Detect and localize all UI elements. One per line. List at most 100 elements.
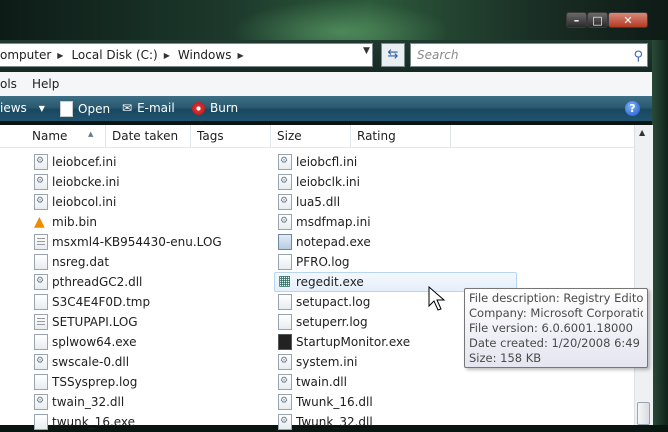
list-item[interactable]: twain.dll — [278, 372, 347, 392]
address-bar[interactable]: omputer ▶ Local Disk (C:) ▶ Windows ▶ — [0, 43, 373, 67]
list-item[interactable]: Twunk_32.dll — [278, 412, 373, 432]
list-item[interactable]: notepad.exe — [278, 232, 371, 252]
generic-file-icon — [34, 414, 48, 430]
search-icon[interactable]: ⚲ — [633, 46, 643, 68]
help-icon[interactable]: ? — [625, 101, 640, 116]
file-name: mib.bin — [52, 215, 98, 229]
tooltip-date-created: Date created: 1/20/2008 6:49 PM — [469, 336, 643, 350]
file-name: splwow64.exe — [52, 335, 137, 349]
list-item[interactable]: mib.bin — [34, 212, 97, 232]
ini-file-icon — [34, 194, 48, 210]
breadcrumb-windows[interactable]: Windows — [178, 48, 232, 62]
list-item[interactable]: TSSysprep.log — [34, 372, 137, 392]
ini-file-icon — [34, 174, 48, 190]
breadcrumb-local-disk[interactable]: Local Disk (C:) — [71, 48, 157, 62]
list-item[interactable]: setuperr.log — [278, 312, 368, 332]
generic-file-icon — [34, 374, 48, 390]
column-header-name[interactable]: Name ▲ — [26, 125, 106, 147]
column-header-size[interactable]: Size — [271, 125, 351, 147]
list-item[interactable]: SETUPAPI.LOG — [34, 312, 138, 332]
column-header-row: Name ▲ Date taken Tags Size Rating — [0, 125, 634, 148]
window-titlebar: – □ ✕ — [0, 0, 668, 40]
list-item[interactable]: msxml4-KB954430-enu.LOG — [34, 232, 222, 252]
list-item[interactable]: splwow64.exe — [34, 332, 137, 352]
list-item[interactable]: Twunk_16.dll — [278, 392, 373, 412]
list-item[interactable]: setupact.log — [278, 292, 370, 312]
tooltip-description: File description: Registry Editor — [469, 291, 643, 305]
breadcrumb-computer[interactable]: omputer — [0, 48, 51, 62]
minimize-button[interactable]: – — [566, 12, 587, 28]
dll-file-icon — [278, 414, 292, 430]
file-name: leiobclk.ini — [296, 175, 360, 189]
scroll-up-icon[interactable]: ▲ — [639, 128, 645, 137]
menu-help[interactable]: Help — [32, 77, 59, 91]
file-name: leiobcef.ini — [52, 155, 117, 169]
generic-file-icon — [278, 254, 292, 270]
list-item[interactable]: swscale-0.dll — [34, 352, 129, 372]
list-item[interactable]: lua5.dll — [278, 192, 340, 212]
list-item[interactable]: S3C4E4F0D.tmp — [34, 292, 150, 312]
refresh-button[interactable]: ⇆ — [381, 43, 405, 67]
address-dropdown-icon[interactable]: ▼ — [363, 46, 370, 56]
column-header-date-taken[interactable]: Date taken — [106, 125, 191, 147]
tooltip-version: File version: 6.0.6001.18000 — [469, 321, 633, 335]
ini-file-icon — [34, 154, 48, 170]
file-name: setuperr.log — [296, 315, 368, 329]
generic-file-icon — [34, 334, 48, 350]
open-label: Open — [78, 102, 111, 116]
column-header-tags[interactable]: Tags — [191, 125, 271, 147]
list-item[interactable]: twain_32.dll — [34, 392, 124, 412]
file-name: twain_32.dll — [52, 395, 125, 409]
open-button[interactable]: Open — [60, 101, 110, 117]
close-button[interactable]: ✕ — [608, 12, 648, 28]
vlc-cone-icon — [34, 214, 48, 230]
search-input[interactable]: Search ⚲ — [410, 43, 648, 67]
tooltip-size: Size: 158 KB — [469, 351, 542, 365]
ini-file-icon — [278, 154, 292, 170]
list-item[interactable]: pthreadGC2.dll — [34, 272, 142, 292]
menu-tools[interactable]: ols — [0, 77, 17, 91]
list-item[interactable]: leiobclk.ini — [278, 172, 360, 192]
wallpaper-glow — [230, 0, 450, 40]
generic-file-icon — [278, 294, 292, 310]
list-item[interactable]: leiobcef.ini — [34, 152, 116, 172]
search-placeholder: Search — [417, 48, 459, 62]
breadcrumb-separator-icon[interactable]: ▶ — [164, 51, 170, 60]
file-name: Twunk_16.dll — [296, 395, 373, 409]
chevron-down-icon: ▼ — [38, 103, 45, 113]
tooltip-company: Company: Microsoft Corporation — [469, 306, 643, 320]
command-bar: iews ▼ Open ✉ E-mail Burn ? — [0, 96, 652, 121]
list-item[interactable]: msdfmap.ini — [278, 212, 371, 232]
breadcrumb-separator-icon[interactable]: ▶ — [237, 51, 243, 60]
email-label: E-mail — [137, 101, 175, 115]
burn-button[interactable]: Burn — [192, 101, 238, 115]
file-name: twunk_16.exe — [52, 415, 136, 429]
list-item[interactable]: system.ini — [278, 352, 357, 372]
file-name: nsreg.dat — [52, 255, 110, 269]
maximize-button[interactable]: □ — [587, 12, 608, 28]
email-button[interactable]: ✉ E-mail — [122, 101, 175, 115]
list-item[interactable]: leiobcke.ini — [34, 172, 120, 192]
file-name: twain.dll — [296, 375, 347, 389]
list-item[interactable]: StartupMonitor.exe — [278, 332, 410, 352]
list-item[interactable]: leiobcfl.ini — [278, 152, 357, 172]
file-name: system.ini — [296, 355, 358, 369]
scrollbar-thumb[interactable] — [637, 402, 650, 425]
mouse-cursor-icon — [428, 286, 446, 311]
list-item[interactable]: twunk_16.exe — [34, 412, 135, 432]
column-header-rating[interactable]: Rating — [351, 125, 451, 147]
dll-file-icon — [34, 394, 48, 410]
breadcrumb-separator-icon[interactable]: ▶ — [57, 51, 63, 60]
list-item[interactable]: nsreg.dat — [34, 252, 109, 272]
file-name: lua5.dll — [296, 195, 341, 209]
list-item[interactable]: PFRO.log — [278, 252, 350, 272]
views-button[interactable]: iews ▼ — [0, 101, 45, 115]
generic-file-icon — [34, 294, 48, 310]
file-name: leiobcol.ini — [52, 195, 117, 209]
file-list: leiobcef.ini leiobcke.ini leiobcol.ini m… — [0, 148, 634, 430]
file-name: regedit.exe — [296, 275, 364, 289]
vertical-scrollbar[interactable]: ▲ — [634, 125, 653, 425]
ini-file-icon — [278, 174, 292, 190]
ini-file-icon — [278, 214, 292, 230]
list-item[interactable]: leiobcol.ini — [34, 192, 116, 212]
